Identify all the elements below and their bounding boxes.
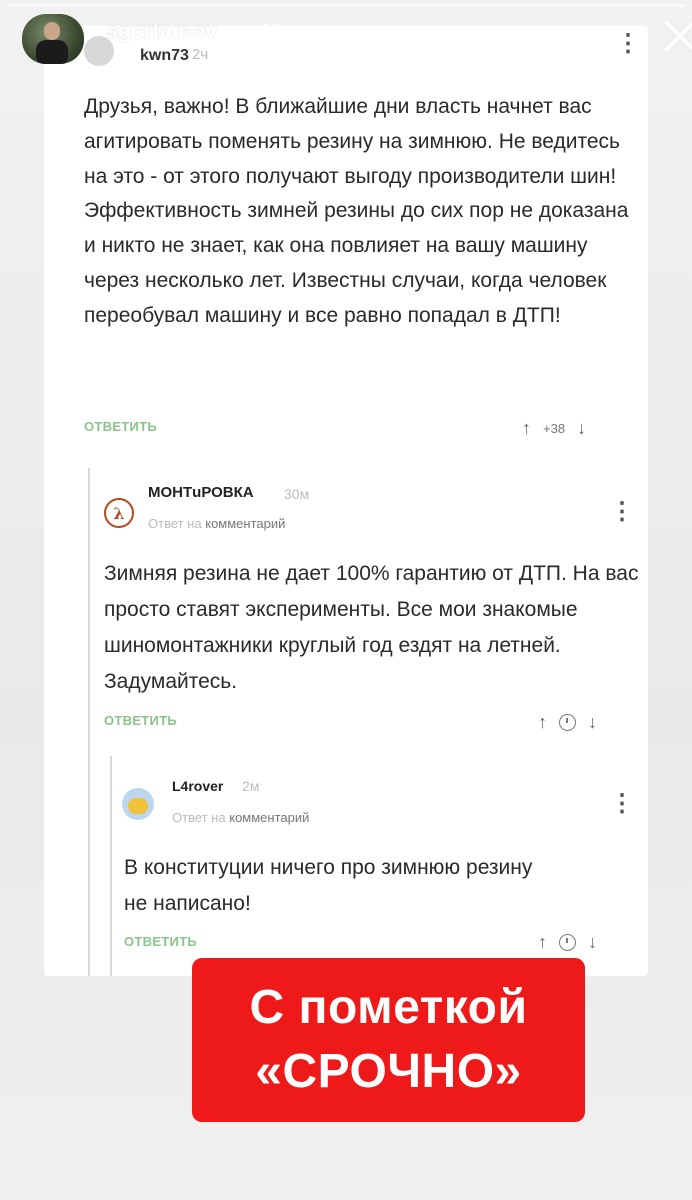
vote-controls: ↑ +38 ↓ xyxy=(522,418,586,439)
reply-to-label: Ответ на комментарий xyxy=(172,810,309,825)
story-progress-fill xyxy=(8,4,684,7)
reply-to-link[interactable]: комментарий xyxy=(229,810,309,825)
arrow-down-icon[interactable]: ↓ xyxy=(577,418,586,439)
reply-to-link[interactable]: комментарий xyxy=(205,516,285,531)
comment-text: Друзья, важно! В ближайшие дни власть на… xyxy=(84,95,629,327)
banner-line-2: «СРОЧНО» xyxy=(255,1045,522,1098)
story-progress-bar xyxy=(8,4,684,7)
story-avatar[interactable] xyxy=(22,14,84,64)
arrow-down-icon[interactable]: ↓ xyxy=(588,712,597,733)
arrow-up-icon[interactable]: ↑ xyxy=(538,932,547,953)
user-avatar[interactable] xyxy=(122,788,154,820)
reply-button[interactable]: ОТВЕТИТЬ xyxy=(84,419,157,434)
arrow-down-icon[interactable]: ↓ xyxy=(588,932,597,953)
banner-line-1: С пометкой xyxy=(249,981,528,1034)
user-avatar[interactable]: λ xyxy=(104,498,134,528)
reply-button[interactable]: ОТВЕТИТЬ xyxy=(124,934,197,949)
clock-icon xyxy=(559,934,576,951)
vote-controls: ↑ ↓ xyxy=(538,932,597,953)
kebab-menu-icon[interactable]: ⋮ xyxy=(610,792,634,816)
arrow-up-icon[interactable]: ↑ xyxy=(522,418,531,439)
story-username[interactable]: sgorbunov xyxy=(106,20,217,44)
kebab-menu-icon[interactable]: ⋮ xyxy=(610,500,634,524)
more-horizontal-icon[interactable]: • • • xyxy=(588,17,628,55)
comment-text: В конституции ничего про зимнюю резину н… xyxy=(124,856,533,915)
comment-username[interactable]: L4rover xyxy=(172,778,223,794)
comment-username[interactable]: МОНТuРОВКА xyxy=(148,484,254,501)
story-header: sgorbunov 20ч. • • • xyxy=(22,10,692,64)
comment-time: 30м xyxy=(284,486,310,502)
reply-button[interactable]: ОТВЕТИТЬ xyxy=(104,713,177,728)
reply-to-prefix: Ответ на xyxy=(148,516,202,531)
close-icon[interactable] xyxy=(660,16,692,56)
arrow-up-icon[interactable]: ↑ xyxy=(538,712,547,733)
vote-controls: ↑ ↓ xyxy=(538,712,597,733)
clock-icon xyxy=(559,714,576,731)
reply-to-label: Ответ на комментарий xyxy=(148,516,285,531)
comment-score: +38 xyxy=(543,421,566,436)
reply-thread xyxy=(88,468,90,976)
comment-text: Зимняя резина не дает 100% гарантию от Д… xyxy=(104,562,639,693)
screenshot-card: kwn73 2ч ⋮ Друзья, важно! В ближайшие дн… xyxy=(44,26,648,976)
story-time: 20ч. xyxy=(260,21,299,43)
comment-time: 2м xyxy=(242,778,260,794)
reply-thread xyxy=(110,756,112,976)
reply-to-prefix: Ответ на xyxy=(172,810,226,825)
urgent-banner: С пометкой «СРОЧНО» xyxy=(192,958,585,1122)
